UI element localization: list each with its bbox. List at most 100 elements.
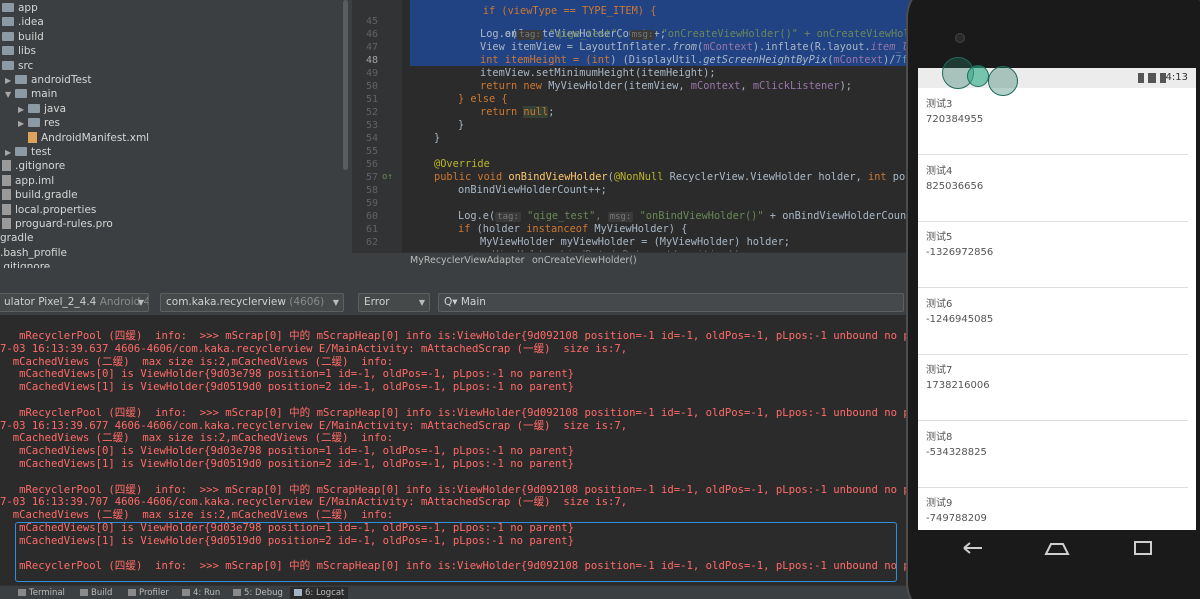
tree-item[interactable]: ▶ res bbox=[18, 116, 60, 130]
notification-icon bbox=[1138, 73, 1144, 83]
tree-item[interactable]: ▼ main bbox=[5, 87, 57, 101]
code-line-57: public void onBindViewHolder(@NonNull Re… bbox=[434, 171, 910, 183]
line-number: 59 bbox=[365, 198, 378, 209]
logcat-output[interactable]: mRecyclerPool (四缓) info: >>> mScrap[0] 中… bbox=[0, 316, 910, 585]
tab-logcat[interactable]: 6: Logcat bbox=[290, 587, 349, 599]
tree-item[interactable]: ▶build bbox=[0, 30, 44, 44]
profiler-icon bbox=[128, 589, 136, 596]
code-line-44: if (viewType == TYPE_ITEM) { bbox=[482, 5, 657, 17]
log-line: mCachedViews (二缓) max size is:2,mCachedV… bbox=[0, 355, 394, 368]
code-line-58: onBindViewHolderCount++; bbox=[458, 184, 607, 196]
tree-item[interactable]: ▼src bbox=[0, 59, 33, 73]
list-item[interactable]: 测试3 720384955 bbox=[918, 88, 1196, 155]
process-selector[interactable]: com.kaka.recyclerview (4606) ▼ bbox=[160, 293, 344, 312]
chevron-right-icon[interactable]: ▶ bbox=[18, 117, 28, 131]
line-number: 56 bbox=[365, 159, 378, 170]
tree-item[interactable]: ▶libs bbox=[0, 44, 36, 58]
list-item-value: -534328825 bbox=[926, 446, 987, 458]
line-number: 47 bbox=[365, 42, 378, 53]
tree-item-label: .gitignore bbox=[0, 261, 51, 268]
line-number: 45 bbox=[365, 16, 378, 27]
editor-breadcrumb: MyRecyclerViewAdapter › onCreateViewHold… bbox=[352, 252, 910, 268]
file-icon bbox=[2, 203, 11, 215]
list-item-value: -749788209 bbox=[926, 513, 987, 524]
tree-item-label: java bbox=[44, 102, 66, 115]
tree-item[interactable]: ▶.idea bbox=[0, 15, 44, 29]
tree-item-label: androidTest bbox=[31, 74, 92, 86]
back-icon[interactable] bbox=[960, 538, 986, 558]
tree-scrollbar[interactable] bbox=[343, 0, 348, 170]
build-icon bbox=[80, 589, 88, 596]
line-number: 62 bbox=[365, 237, 378, 248]
code-line-48: int itemHeight = (int) (DisplayUtil.getS… bbox=[480, 54, 910, 66]
folder-icon bbox=[2, 46, 14, 56]
line-number: 52 bbox=[365, 107, 378, 118]
chevron-right-icon[interactable]: ▶ bbox=[5, 146, 15, 160]
bottom-toolbar: Terminal Build Profiler 4: Run 5: Debug … bbox=[0, 585, 910, 599]
tree-item-label: AndroidManifest.xml bbox=[41, 131, 150, 144]
chevron-down-icon[interactable]: ▼ bbox=[5, 88, 15, 102]
file-icon bbox=[28, 131, 37, 143]
file-icon bbox=[2, 174, 11, 186]
recycler-view-list[interactable]: 测试3 720384955 测试4 825036656 测试5 -1326972856 测试… bbox=[918, 88, 1196, 530]
list-item-title: 测试3 bbox=[926, 99, 953, 110]
list-item[interactable]: 测试6 -1246945085 bbox=[918, 288, 1196, 355]
line-number: 61 bbox=[365, 224, 378, 235]
tree-item[interactable]: ▶ test bbox=[5, 145, 51, 159]
list-item[interactable]: 测试4 825036656 bbox=[918, 155, 1196, 222]
tab-terminal[interactable]: Terminal bbox=[18, 587, 65, 599]
line-number: 50 bbox=[365, 81, 378, 92]
override-marker-icon[interactable]: o↑ bbox=[382, 171, 393, 184]
log-line: mCachedViews[0] is ViewHolder{9d03e798 p… bbox=[0, 368, 575, 381]
tab-build[interactable]: Build bbox=[80, 587, 112, 599]
tree-item-label: .idea bbox=[18, 16, 44, 29]
log-line: mCachedViews[0] is ViewHolder{9d03e798 p… bbox=[0, 445, 575, 458]
tree-item-label: proguard-rules.pro bbox=[15, 218, 113, 230]
tab-run[interactable]: 4: Run bbox=[182, 587, 220, 599]
tree-item[interactable]: local.properties bbox=[0, 203, 96, 217]
tree-item[interactable]: .gitignore bbox=[0, 159, 65, 173]
code-line-51: } else { bbox=[458, 93, 508, 105]
home-icon[interactable] bbox=[1043, 538, 1071, 558]
editor-gutter: 45 46 47 48 49 50 51 52 53 54 55 56 57 58 59 60 61 62 o↑ bbox=[352, 0, 402, 252]
tree-item[interactable]: proguard-rules.pro bbox=[0, 217, 113, 231]
code-editor[interactable]: 45 46 47 48 49 50 51 52 53 54 55 56 57 58 59 60 61 62 o↑ i… bbox=[352, 0, 910, 268]
tree-item[interactable]: ▶ androidTest bbox=[5, 73, 92, 87]
touch-bubble bbox=[967, 65, 989, 87]
device-selector[interactable]: ulator Pixel_2_4.4 Android 4. ▼ bbox=[0, 293, 149, 312]
list-item[interactable]: 测试5 -1326972856 bbox=[918, 221, 1196, 288]
list-item[interactable]: 测试9 -749788209 bbox=[918, 487, 1196, 530]
breadcrumb-class[interactable]: MyRecyclerViewAdapter bbox=[410, 253, 525, 268]
tree-item[interactable]: .bash_profile bbox=[0, 246, 67, 260]
tree-item[interactable]: ▼app bbox=[0, 1, 38, 15]
code-line-52: return null; bbox=[480, 106, 555, 118]
tree-item[interactable]: app.iml bbox=[0, 174, 54, 188]
tab-profiler[interactable]: Profiler bbox=[128, 587, 169, 599]
tree-item[interactable]: AndroidManifest.xml bbox=[18, 131, 149, 145]
tab-debug[interactable]: 5: Debug bbox=[233, 587, 283, 599]
code-line-54: } bbox=[434, 132, 441, 144]
tree-item-label: build bbox=[18, 30, 44, 43]
tree-item-label: app bbox=[18, 2, 38, 14]
recents-icon[interactable] bbox=[1130, 538, 1156, 558]
code-line-46: Log.e(tag: "qige_test", msg: "onCreateVi… bbox=[480, 28, 910, 40]
list-item[interactable]: 测试8 -534328825 bbox=[918, 421, 1196, 488]
tree-item-label: local.properties bbox=[15, 203, 97, 216]
line-number: 46 bbox=[365, 29, 378, 40]
logcat-search-input[interactable]: Q▾ Main bbox=[438, 293, 904, 312]
log-level-selector[interactable]: Error ▼ bbox=[358, 293, 430, 312]
chevron-right-icon[interactable]: ▶ bbox=[18, 103, 28, 117]
breadcrumb-method[interactable]: onCreateViewHolder() bbox=[532, 253, 637, 268]
tree-item[interactable]: ▶ java bbox=[18, 102, 66, 116]
code-line-60: Log.e(tag: "qige_test", msg: "onBindView… bbox=[458, 210, 910, 222]
list-item-title: 测试6 bbox=[926, 298, 953, 310]
code-line-45: onCreateViewHolderCount++; bbox=[504, 28, 666, 40]
tree-item[interactable]: gradle bbox=[0, 231, 33, 245]
log-line: mCachedViews[0] is ViewHolder{9d03e798 p… bbox=[0, 522, 575, 534]
chevron-right-icon[interactable]: ▶ bbox=[5, 74, 15, 88]
list-item[interactable]: 测试7 1738216006 bbox=[918, 354, 1196, 421]
chevron-down-icon: ▼ bbox=[418, 298, 425, 307]
tree-item-label: src bbox=[18, 59, 34, 72]
tree-item[interactable]: .gitignore bbox=[0, 260, 50, 268]
tree-item[interactable]: build.gradle bbox=[0, 188, 78, 202]
